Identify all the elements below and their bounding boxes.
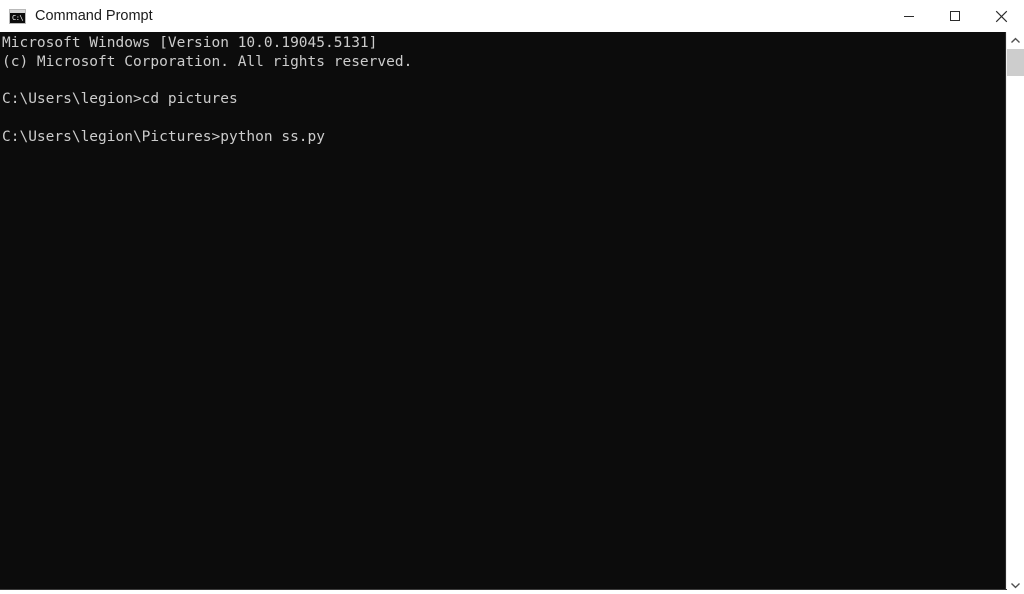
titlebar-left-group: C:\ Command Prompt	[0, 7, 153, 25]
window-title: Command Prompt	[35, 8, 153, 24]
console-client-area: Microsoft Windows [Version 10.0.19045.51…	[0, 32, 1024, 594]
console-icon-titlebar-stripe	[10, 9, 25, 13]
console-output-text: Microsoft Windows [Version 10.0.19045.51…	[2, 35, 413, 145]
titlebar[interactable]: C:\ Command Prompt	[0, 0, 1024, 32]
vertical-scrollbar[interactable]	[1006, 32, 1024, 594]
console-output-surface[interactable]: Microsoft Windows [Version 10.0.19045.51…	[0, 32, 1006, 594]
close-icon	[995, 10, 1008, 23]
minimize-button[interactable]	[886, 0, 932, 32]
scrollbar-down-button[interactable]	[1007, 577, 1024, 594]
scrollbar-up-button[interactable]	[1007, 32, 1024, 49]
window-controls	[886, 0, 1024, 32]
console-icon: C:\	[9, 8, 26, 24]
console-icon-prompt-glyph: C:\	[12, 13, 24, 22]
command-prompt-window: C:\ Command Prompt Microsoft Windows [Ve…	[0, 0, 1024, 594]
maximize-button[interactable]	[932, 0, 978, 32]
chevron-down-icon	[1011, 582, 1020, 589]
close-button[interactable]	[978, 0, 1024, 32]
scrollbar-thumb[interactable]	[1007, 49, 1024, 76]
maximize-icon	[949, 10, 961, 22]
scrollbar-track[interactable]	[1007, 49, 1024, 577]
minimize-icon	[903, 10, 915, 22]
chevron-up-icon	[1011, 37, 1020, 44]
